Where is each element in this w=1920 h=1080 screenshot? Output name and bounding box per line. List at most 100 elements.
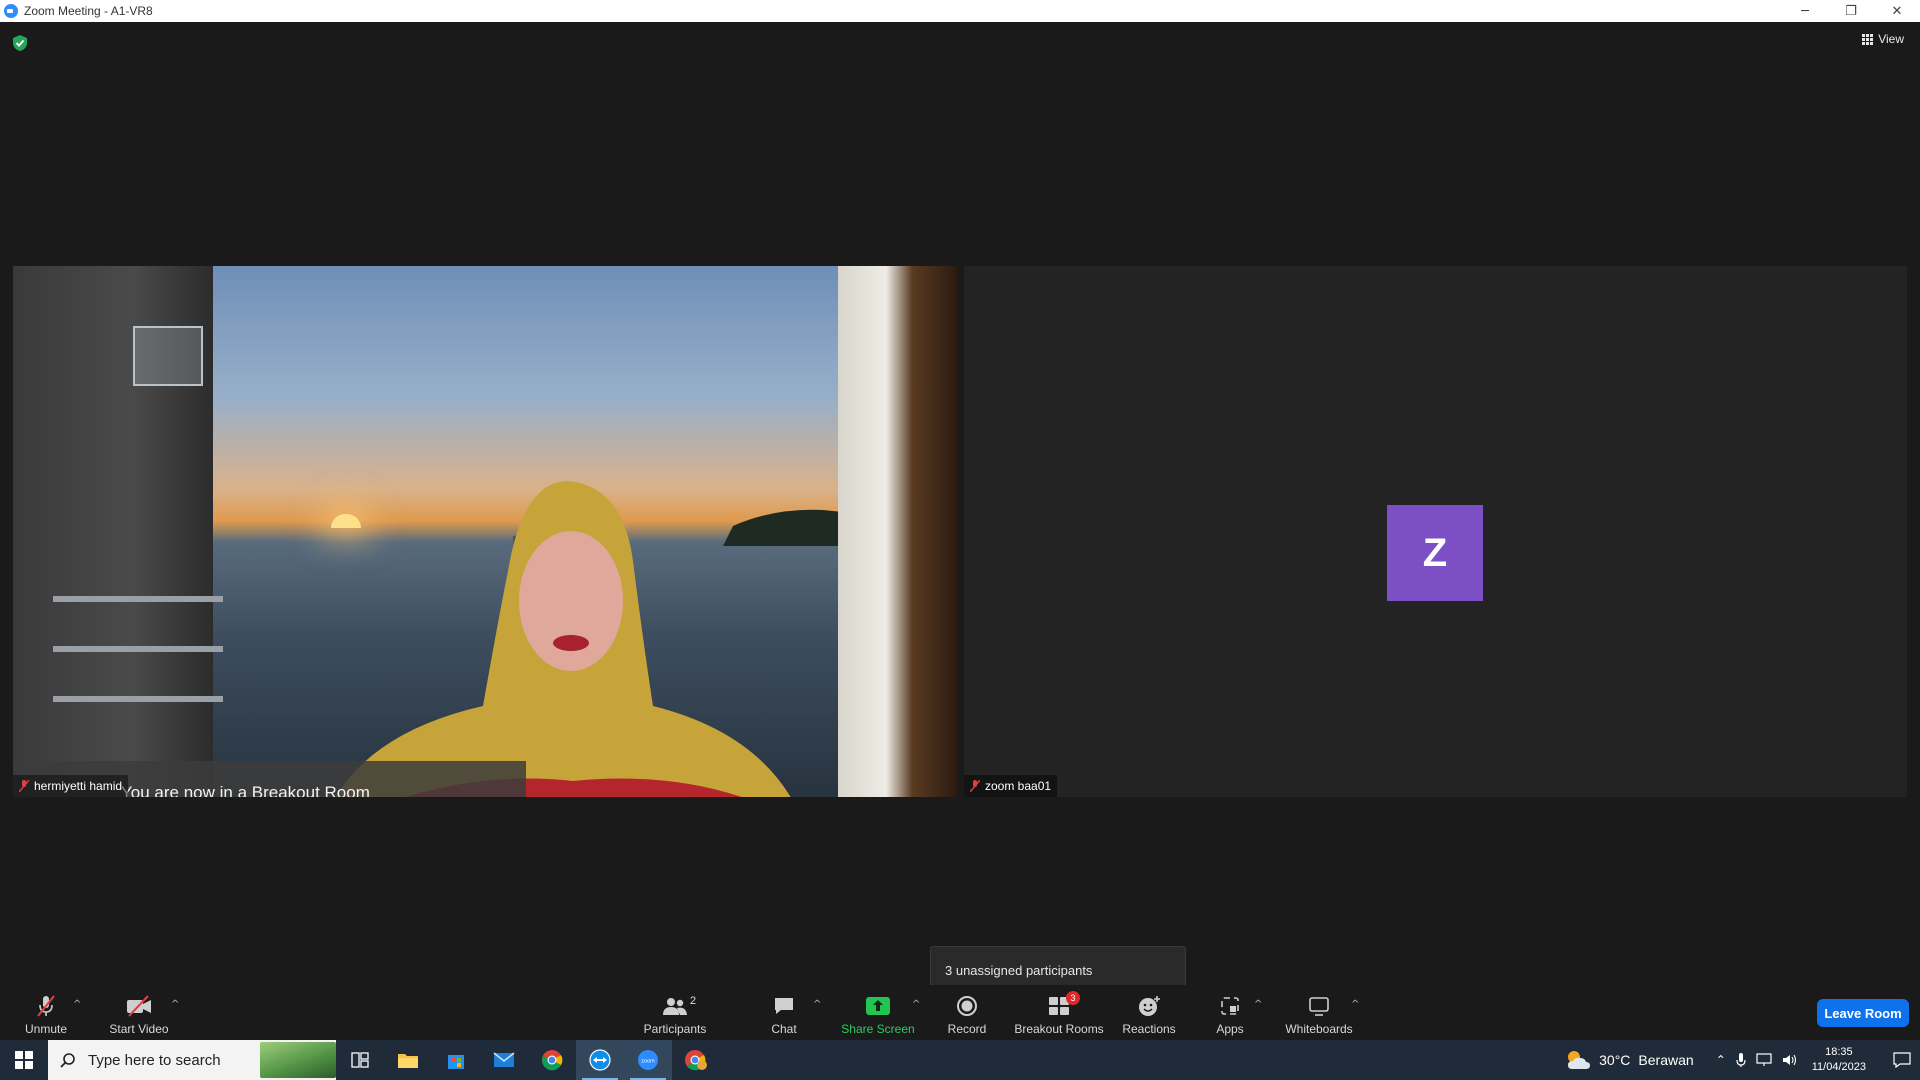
zoom-icon: zoom	[638, 1050, 658, 1070]
teamviewer-button[interactable]	[576, 1040, 624, 1080]
close-button[interactable]: ✕	[1874, 0, 1920, 22]
weather-widget[interactable]: 30°C Berawan	[1565, 1049, 1694, 1071]
clock-time: 18:35	[1825, 1046, 1853, 1058]
teamviewer-icon	[589, 1049, 611, 1071]
share-options-caret[interactable]: ^	[912, 999, 920, 1010]
tray-icons: ⌃	[1716, 1052, 1798, 1068]
minimize-button[interactable]: ─	[1782, 0, 1828, 22]
search-placeholder: Type here to search	[88, 1051, 221, 1069]
zoom-taskbar-button[interactable]: zoom	[624, 1040, 672, 1080]
apps-label: Apps	[1216, 1022, 1244, 1036]
windows-taskbar: Type here to search zoom 30°C Berawan ⌃ …	[0, 1040, 1920, 1080]
microsoft-store-button[interactable]	[432, 1040, 480, 1080]
notification-icon	[1893, 1052, 1911, 1068]
record-label: Record	[947, 1022, 987, 1036]
store-bag-icon	[448, 1055, 464, 1069]
chat-options-caret[interactable]: ^	[813, 999, 821, 1010]
meeting-area: View You are now in a Breakout Room herm…	[0, 22, 1920, 1040]
partly-cloudy-icon	[1568, 1051, 1591, 1069]
muted-mic-icon	[19, 780, 29, 792]
participants-icon	[663, 998, 687, 1015]
participant-avatar: Z	[1387, 505, 1483, 601]
building-background	[13, 266, 223, 797]
windows-logo-icon	[15, 1051, 33, 1069]
whiteboards-options-caret[interactable]: ^	[1351, 999, 1359, 1010]
share-screen-icon	[866, 997, 890, 1015]
system-tray: 30°C Berawan ⌃ 18:35 11/04/2023	[1565, 1040, 1920, 1080]
taskbar-clock[interactable]: 18:35 11/04/2023	[1812, 1045, 1866, 1075]
audio-options-caret[interactable]: ^	[73, 999, 81, 1010]
video-off-icon	[127, 995, 151, 1017]
start-video-label: Start Video	[109, 1022, 169, 1036]
participant-video-person	[335, 481, 791, 797]
mail-button[interactable]	[480, 1040, 528, 1080]
speaker-icon[interactable]	[1782, 1053, 1798, 1067]
record-button[interactable]: Record	[944, 985, 990, 1040]
chrome-profile-button[interactable]	[672, 1040, 720, 1080]
start-video-button[interactable]: Start Video	[104, 985, 174, 1040]
file-explorer-button[interactable]	[384, 1040, 432, 1080]
encryption-shield-icon[interactable]	[12, 34, 28, 52]
microphone-muted-icon	[37, 995, 55, 1017]
window-controls: ─ ❐ ✕	[1782, 0, 1920, 22]
apps-options-caret[interactable]: ^	[1254, 999, 1262, 1010]
mail-icon	[493, 1052, 515, 1067]
participant-name: hermiyetti hamid	[34, 779, 123, 793]
apps-button[interactable]: Apps	[1210, 985, 1250, 1040]
share-screen-label: Share Screen	[841, 1022, 915, 1036]
weather-temperature: 30°C	[1599, 1052, 1631, 1068]
breakout-rooms-badge: 3	[1066, 991, 1080, 1005]
grid-view-icon	[1862, 33, 1874, 45]
reactions-button[interactable]: Reactions	[1122, 985, 1176, 1040]
reactions-label: Reactions	[1122, 1022, 1176, 1036]
view-button[interactable]: View	[1862, 32, 1904, 46]
svg-text:zoom: zoom	[641, 1059, 655, 1065]
notifications-button[interactable]	[1884, 1040, 1920, 1080]
folder-icon	[398, 1054, 418, 1068]
participant-name-tag: hermiyetti hamid	[13, 775, 129, 797]
chrome-button[interactable]	[528, 1040, 576, 1080]
participant-name: zoom baa01	[985, 779, 1052, 793]
restore-button[interactable]: ❐	[1828, 0, 1874, 22]
participants-button[interactable]: 2 Participants	[640, 985, 710, 1040]
unmute-button[interactable]: Unmute	[18, 985, 74, 1040]
curtain-background	[838, 266, 957, 797]
clock-date: 11/04/2023	[1811, 1061, 1866, 1073]
breakout-rooms-button[interactable]: 3 Breakout Rooms	[1014, 985, 1104, 1040]
chrome-icon	[542, 1050, 563, 1071]
microphone-icon[interactable]	[1736, 1052, 1746, 1068]
chat-bubble-icon	[775, 998, 793, 1014]
video-options-caret[interactable]: ^	[171, 999, 179, 1010]
breakout-rooms-label: Breakout Rooms	[1014, 1022, 1104, 1036]
whiteboards-button[interactable]: Whiteboards	[1282, 985, 1356, 1040]
window-titlebar: Zoom Meeting - A1-VR8 ─ ❐ ✕	[0, 0, 1920, 22]
search-icon	[60, 1053, 75, 1068]
unmute-label: Unmute	[24, 1022, 68, 1036]
apps-icon	[1221, 997, 1239, 1015]
muted-mic-icon	[970, 780, 980, 792]
window-title: Zoom Meeting - A1-VR8	[24, 4, 153, 18]
share-screen-button[interactable]: Share Screen	[840, 985, 916, 1040]
taskbar-search[interactable]: Type here to search	[48, 1040, 336, 1080]
whiteboards-label: Whiteboards	[1285, 1022, 1353, 1036]
chevron-up-icon[interactable]: ⌃	[1716, 1053, 1726, 1067]
start-button[interactable]	[0, 1040, 48, 1080]
video-tile-hermiyetti[interactable]: You are now in a Breakout Room hermiyett…	[13, 266, 957, 797]
zoom-app-icon	[4, 4, 18, 18]
chat-button[interactable]: Chat	[766, 985, 802, 1040]
meeting-toolbar: Unmute ^ Start Video ^ 2 Participants Ch…	[0, 985, 1920, 1040]
task-view-button[interactable]	[336, 1040, 384, 1080]
participants-label: Participants	[643, 1022, 707, 1036]
search-highlight-image	[260, 1042, 336, 1078]
participants-count: 2	[690, 995, 697, 1007]
leave-room-button[interactable]: Leave Room	[1817, 999, 1909, 1027]
task-view-icon	[351, 1052, 369, 1068]
weather-condition: Berawan	[1638, 1052, 1694, 1068]
chat-label: Chat	[771, 1022, 797, 1036]
reactions-smiley-icon	[1139, 996, 1160, 1016]
view-label: View	[1878, 32, 1904, 46]
whiteboard-icon	[1309, 997, 1329, 1016]
record-icon	[957, 996, 977, 1016]
network-icon[interactable]	[1756, 1053, 1772, 1067]
chrome-profile-icon	[685, 1050, 707, 1071]
